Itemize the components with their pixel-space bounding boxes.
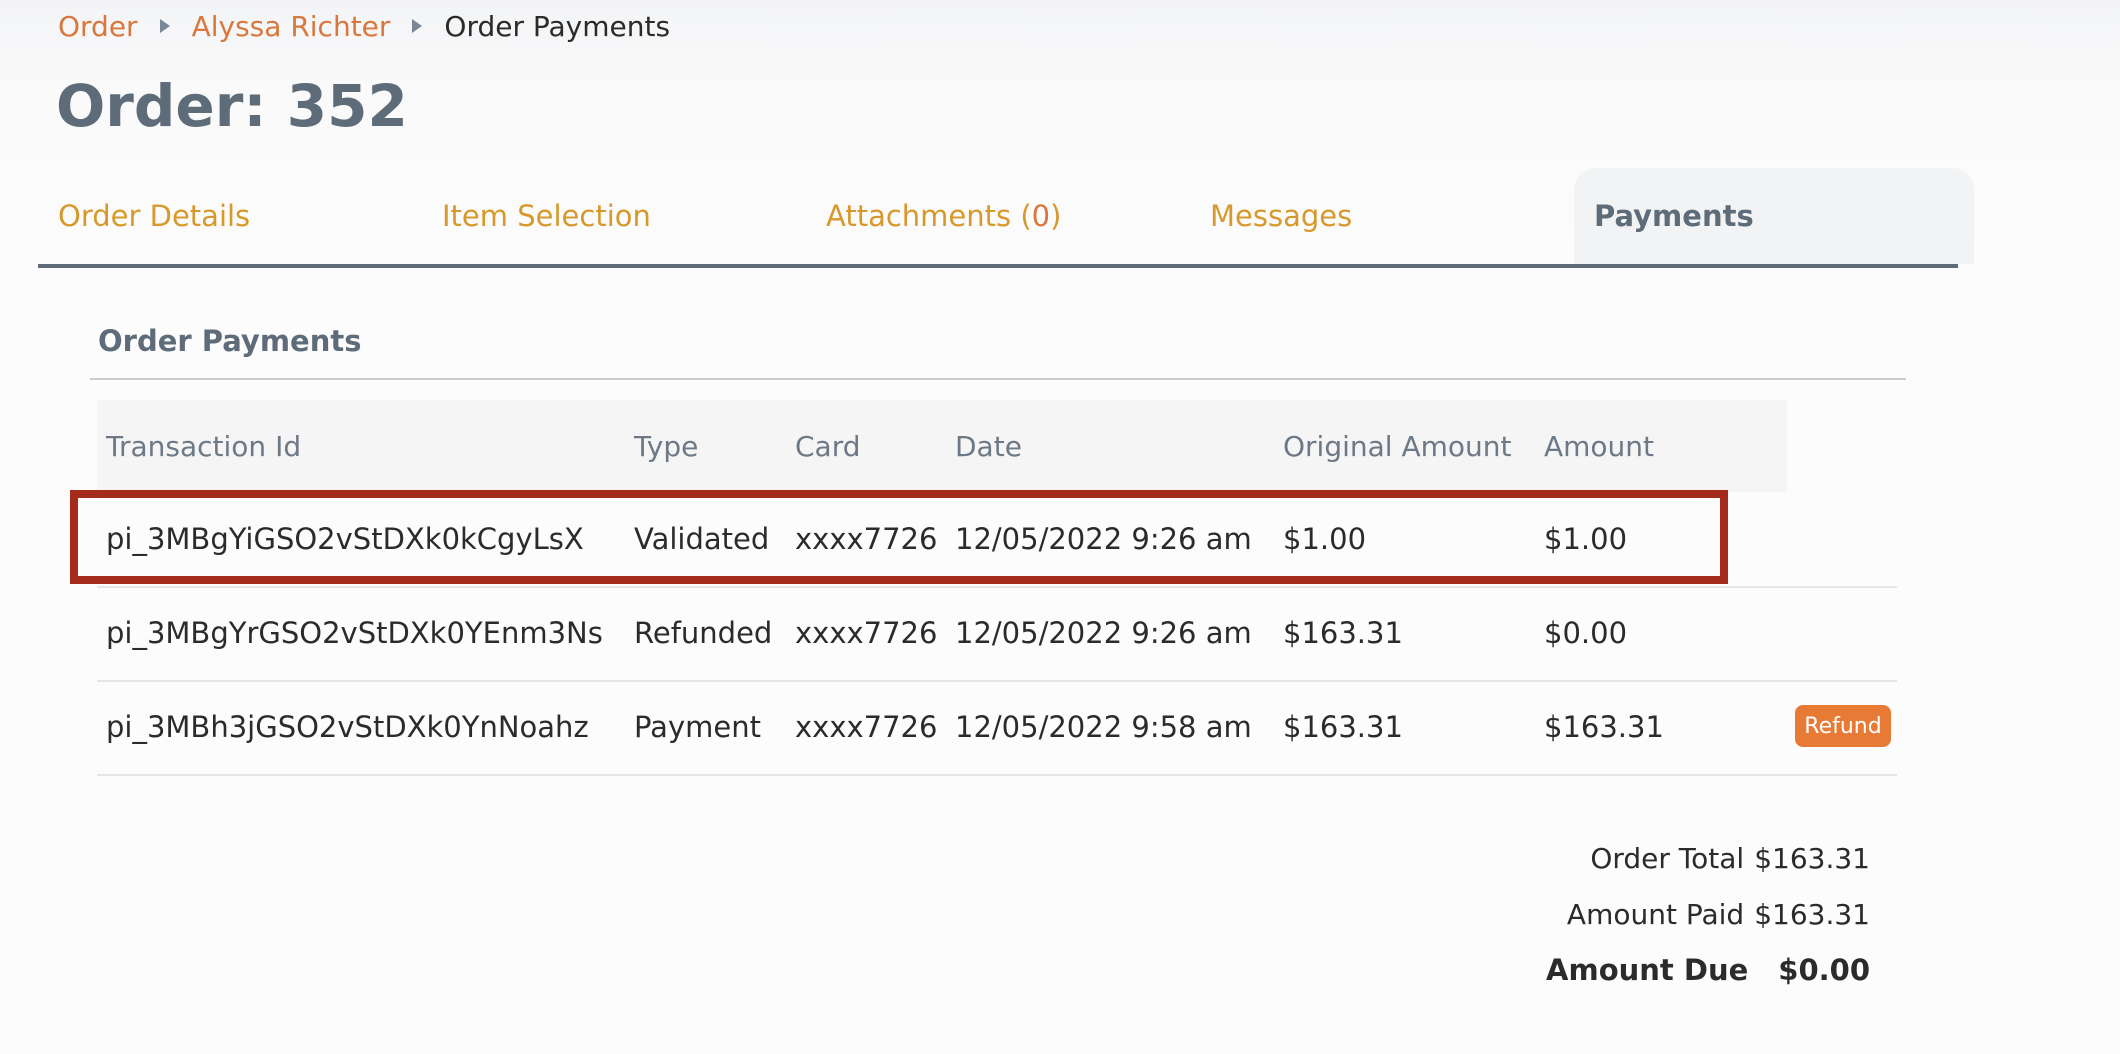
transaction-date: 12/05/2022 9:58 am: [955, 710, 1252, 744]
tab-attachments-suffix: ): [1050, 199, 1062, 233]
transaction-amount: $1.00: [1544, 522, 1628, 556]
tab-messages[interactable]: Messages: [1210, 168, 1352, 264]
section-divider: [90, 378, 1906, 380]
table-row: pi_3MBh3jGSO2vStDXk0YnNoahz Payment xxxx…: [97, 680, 1897, 776]
tab-attachments[interactable]: Attachments (0): [826, 168, 1061, 264]
breadcrumb-order-link[interactable]: Order: [58, 10, 138, 43]
order-totals: Order Total $163.31 Amount Paid $163.31 …: [1546, 830, 1870, 998]
breadcrumb-current: Order Payments: [444, 9, 671, 43]
transaction-amount: $0.00: [1544, 616, 1628, 650]
transaction-type: Refunded: [634, 616, 773, 650]
breadcrumb-customer-link[interactable]: Alyssa Richter: [192, 10, 391, 43]
transaction-amount: $163.31: [1544, 710, 1664, 744]
breadcrumb: Order Alyssa Richter Order Payments: [58, 6, 670, 46]
order-total-line: Order Total $163.31: [1546, 830, 1870, 886]
column-header-card: Card: [795, 429, 861, 463]
transaction-date: 12/05/2022 9:26 am: [955, 522, 1252, 556]
transaction-original-amount: $163.31: [1283, 616, 1403, 650]
attachments-count: 0: [1031, 199, 1051, 233]
amount-paid-line: Amount Paid $163.31: [1546, 886, 1870, 942]
transaction-original-amount: $163.31: [1283, 710, 1403, 744]
column-header-date: Date: [955, 429, 1022, 463]
breadcrumb-separator-icon: [412, 19, 423, 33]
amount-due-label: Amount Due: [1546, 953, 1749, 987]
column-header-type: Type: [634, 429, 699, 463]
table-row: pi_3MBgYrGSO2vStDXk0YEnm3Ns Refunded xxx…: [97, 586, 1897, 682]
section-title: Order Payments: [98, 324, 362, 358]
tab-bar: Order Details Item Selection Attachments…: [38, 168, 1974, 268]
transaction-id: pi_3MBgYiGSO2vStDXk0kCgyLsX: [106, 522, 584, 556]
table-row: pi_3MBgYiGSO2vStDXk0kCgyLsX Validated xx…: [97, 492, 1897, 588]
transaction-id: pi_3MBgYrGSO2vStDXk0YEnm3Ns: [106, 616, 603, 650]
column-header-transaction-id: Transaction Id: [106, 429, 302, 463]
amount-due-line: Amount Due $0.00: [1546, 942, 1870, 998]
amount-paid-label: Amount Paid: [1566, 897, 1745, 931]
page-title: Order: 352: [56, 72, 408, 140]
tab-order-details[interactable]: Order Details: [58, 168, 250, 264]
transaction-type: Validated: [634, 522, 770, 556]
transaction-card: xxxx7726: [795, 616, 938, 650]
table-header: Transaction Id Type Card Date Original A…: [97, 400, 1787, 492]
transaction-date: 12/05/2022 9:26 am: [955, 616, 1252, 650]
transaction-id: pi_3MBh3jGSO2vStDXk0YnNoahz: [106, 710, 589, 744]
transaction-original-amount: $1.00: [1283, 522, 1367, 556]
order-payments-page: Order Alyssa Richter Order Payments Orde…: [0, 0, 2120, 1054]
breadcrumb-separator-icon: [159, 19, 170, 33]
order-total-value: $163.31: [1754, 841, 1870, 875]
column-header-original-amount: Original Amount: [1283, 429, 1512, 463]
tab-item-selection[interactable]: Item Selection: [442, 168, 651, 264]
refund-button[interactable]: Refund: [1795, 705, 1891, 747]
transaction-card: xxxx7726: [795, 522, 938, 556]
amount-paid-value: $163.31: [1754, 897, 1870, 931]
order-total-label: Order Total: [1590, 841, 1745, 875]
column-header-amount: Amount: [1544, 429, 1655, 463]
transaction-card: xxxx7726: [795, 710, 938, 744]
tab-attachments-label: Attachments (: [826, 199, 1032, 233]
amount-due-value: $0.00: [1778, 953, 1870, 987]
transaction-type: Payment: [634, 710, 761, 744]
tab-payments[interactable]: Payments: [1574, 168, 1974, 264]
